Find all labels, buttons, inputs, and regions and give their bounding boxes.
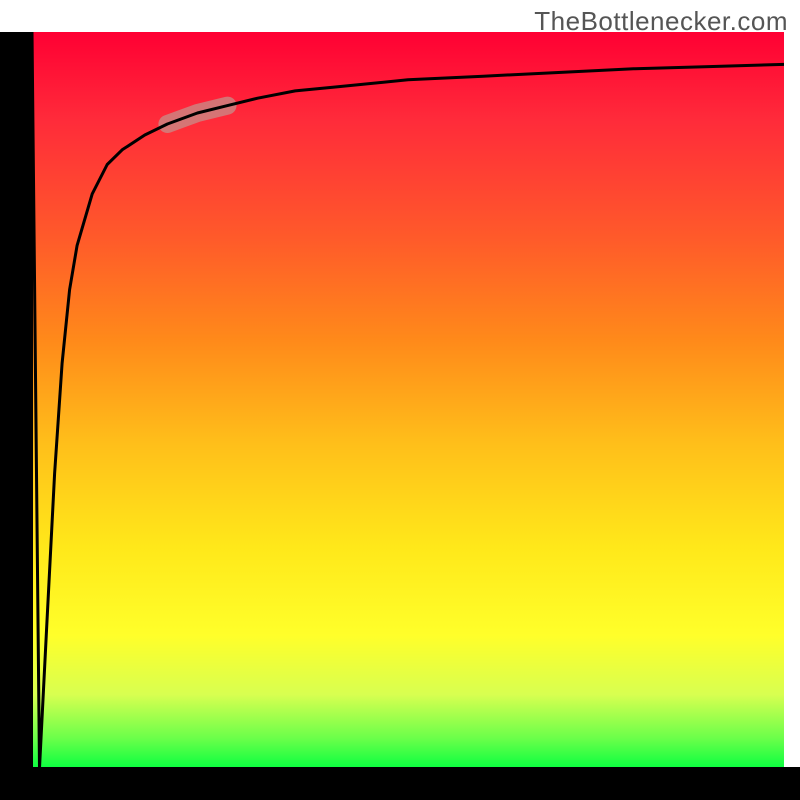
y-axis-bar: [0, 32, 33, 768]
plot-area: [32, 32, 784, 768]
bottleneck-curve: [32, 32, 784, 768]
chart-container: TheBottlenecker.com: [0, 0, 800, 800]
watermark-label: TheBottlenecker.com: [534, 6, 788, 37]
x-axis-bar: [0, 767, 800, 800]
curve-svg: [32, 32, 784, 768]
